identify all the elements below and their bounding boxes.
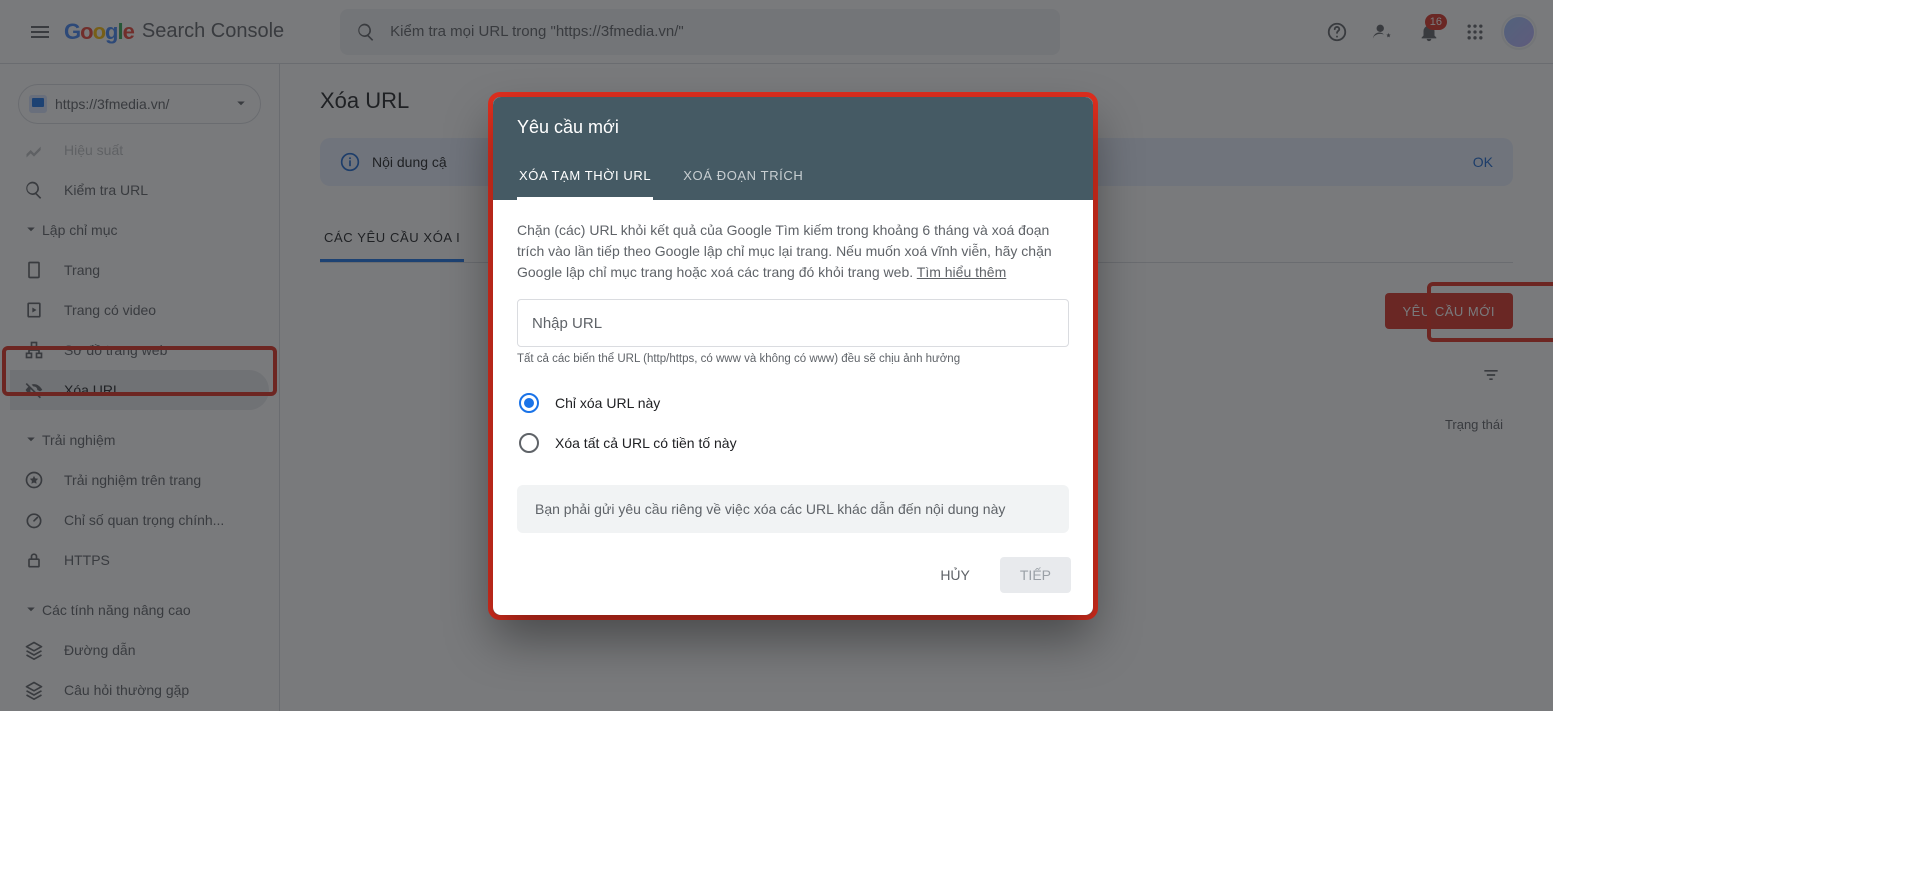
dialog-description: Chặn (các) URL khỏi kết quả của Google T… — [517, 220, 1069, 283]
app-root: Google Search Console 16 — [0, 0, 1553, 711]
radio-label: Chỉ xóa URL này — [555, 395, 660, 411]
radio-selected-icon — [519, 393, 539, 413]
new-request-dialog: Yêu cầu mới XÓA TẠM THỜI URL XOÁ ĐOẠN TR… — [493, 97, 1093, 615]
learn-more-link[interactable]: Tìm hiểu thêm — [917, 264, 1006, 280]
annotation-highlight-dialog: Yêu cầu mới XÓA TẠM THỜI URL XOÁ ĐOẠN TR… — [488, 92, 1098, 620]
dialog-tabs: XÓA TẠM THỜI URL XOÁ ĐOẠN TRÍCH — [517, 156, 1069, 200]
next-button[interactable]: TIẾP — [1000, 557, 1071, 593]
tab-temp-removal[interactable]: XÓA TẠM THỜI URL — [517, 156, 653, 200]
cancel-button[interactable]: HỦY — [922, 557, 988, 593]
url-input[interactable] — [517, 299, 1069, 347]
radio-prefix[interactable]: Xóa tất cả URL có tiền tố này — [517, 423, 1069, 463]
dialog-header: Yêu cầu mới XÓA TẠM THỜI URL XOÁ ĐOẠN TR… — [493, 97, 1093, 200]
radio-unselected-icon — [519, 433, 539, 453]
radio-only-this[interactable]: Chỉ xóa URL này — [517, 383, 1069, 423]
dialog-body: Chặn (các) URL khỏi kết quả của Google T… — [493, 200, 1093, 537]
dialog-actions: HỦY TIẾP — [493, 537, 1093, 615]
tab-clear-snippet[interactable]: XOÁ ĐOẠN TRÍCH — [681, 156, 805, 200]
radio-group: Chỉ xóa URL này Xóa tất cả URL có tiền t… — [517, 383, 1069, 463]
dialog-title: Yêu cầu mới — [517, 117, 1069, 138]
radio-label: Xóa tất cả URL có tiền tố này — [555, 435, 737, 451]
url-hint: Tất cả các biến thể URL (http/https, có … — [517, 353, 1069, 365]
dialog-note: Bạn phải gửi yêu cầu riêng về việc xóa c… — [517, 485, 1069, 533]
